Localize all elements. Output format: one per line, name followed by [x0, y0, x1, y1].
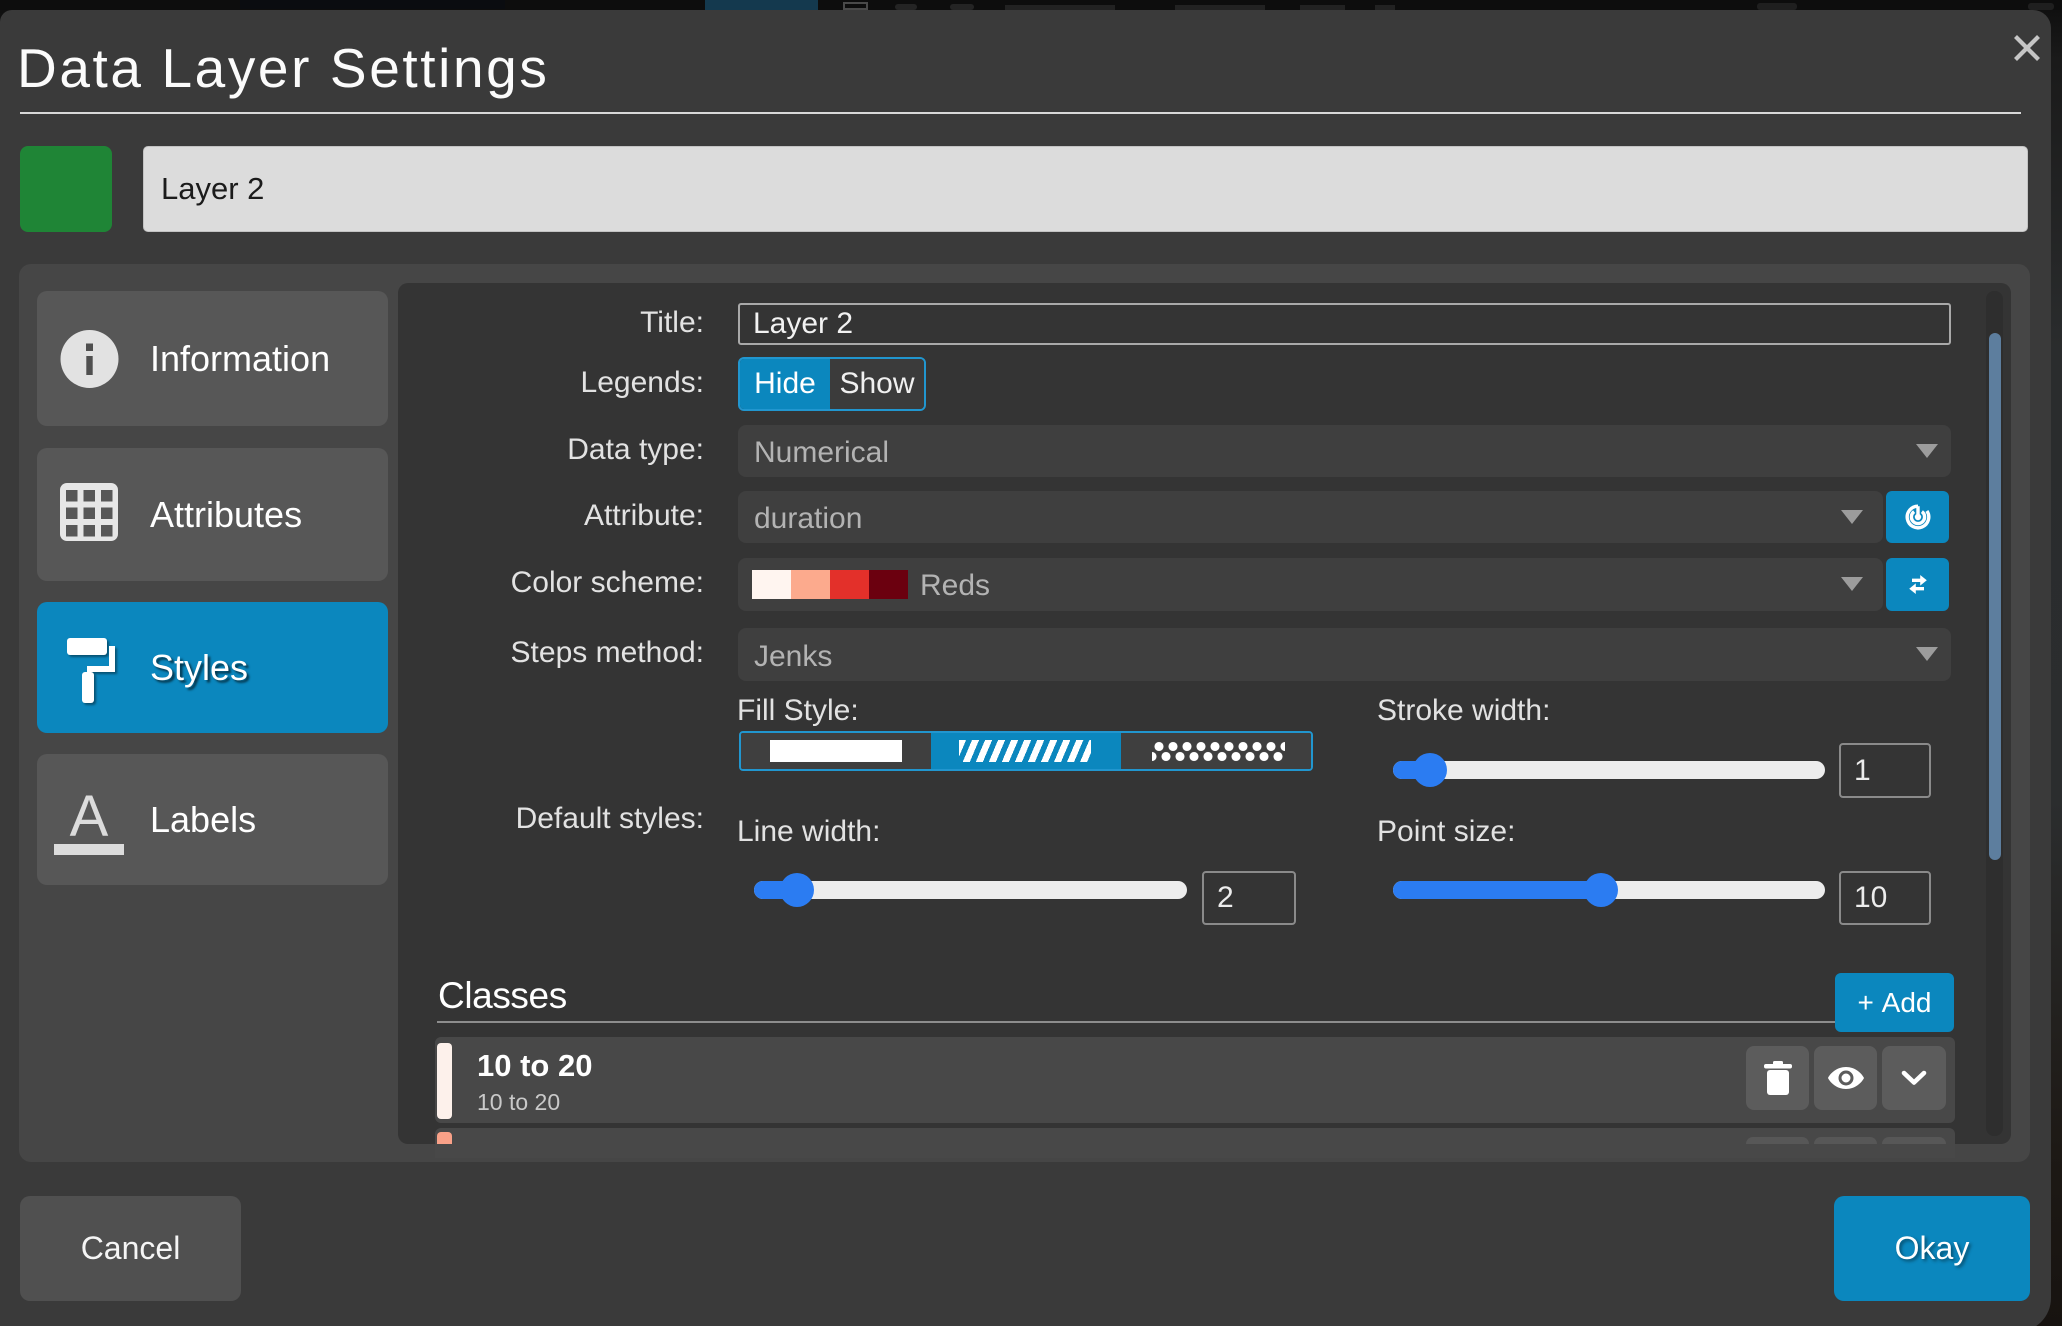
svg-text:A: A — [70, 792, 109, 849]
